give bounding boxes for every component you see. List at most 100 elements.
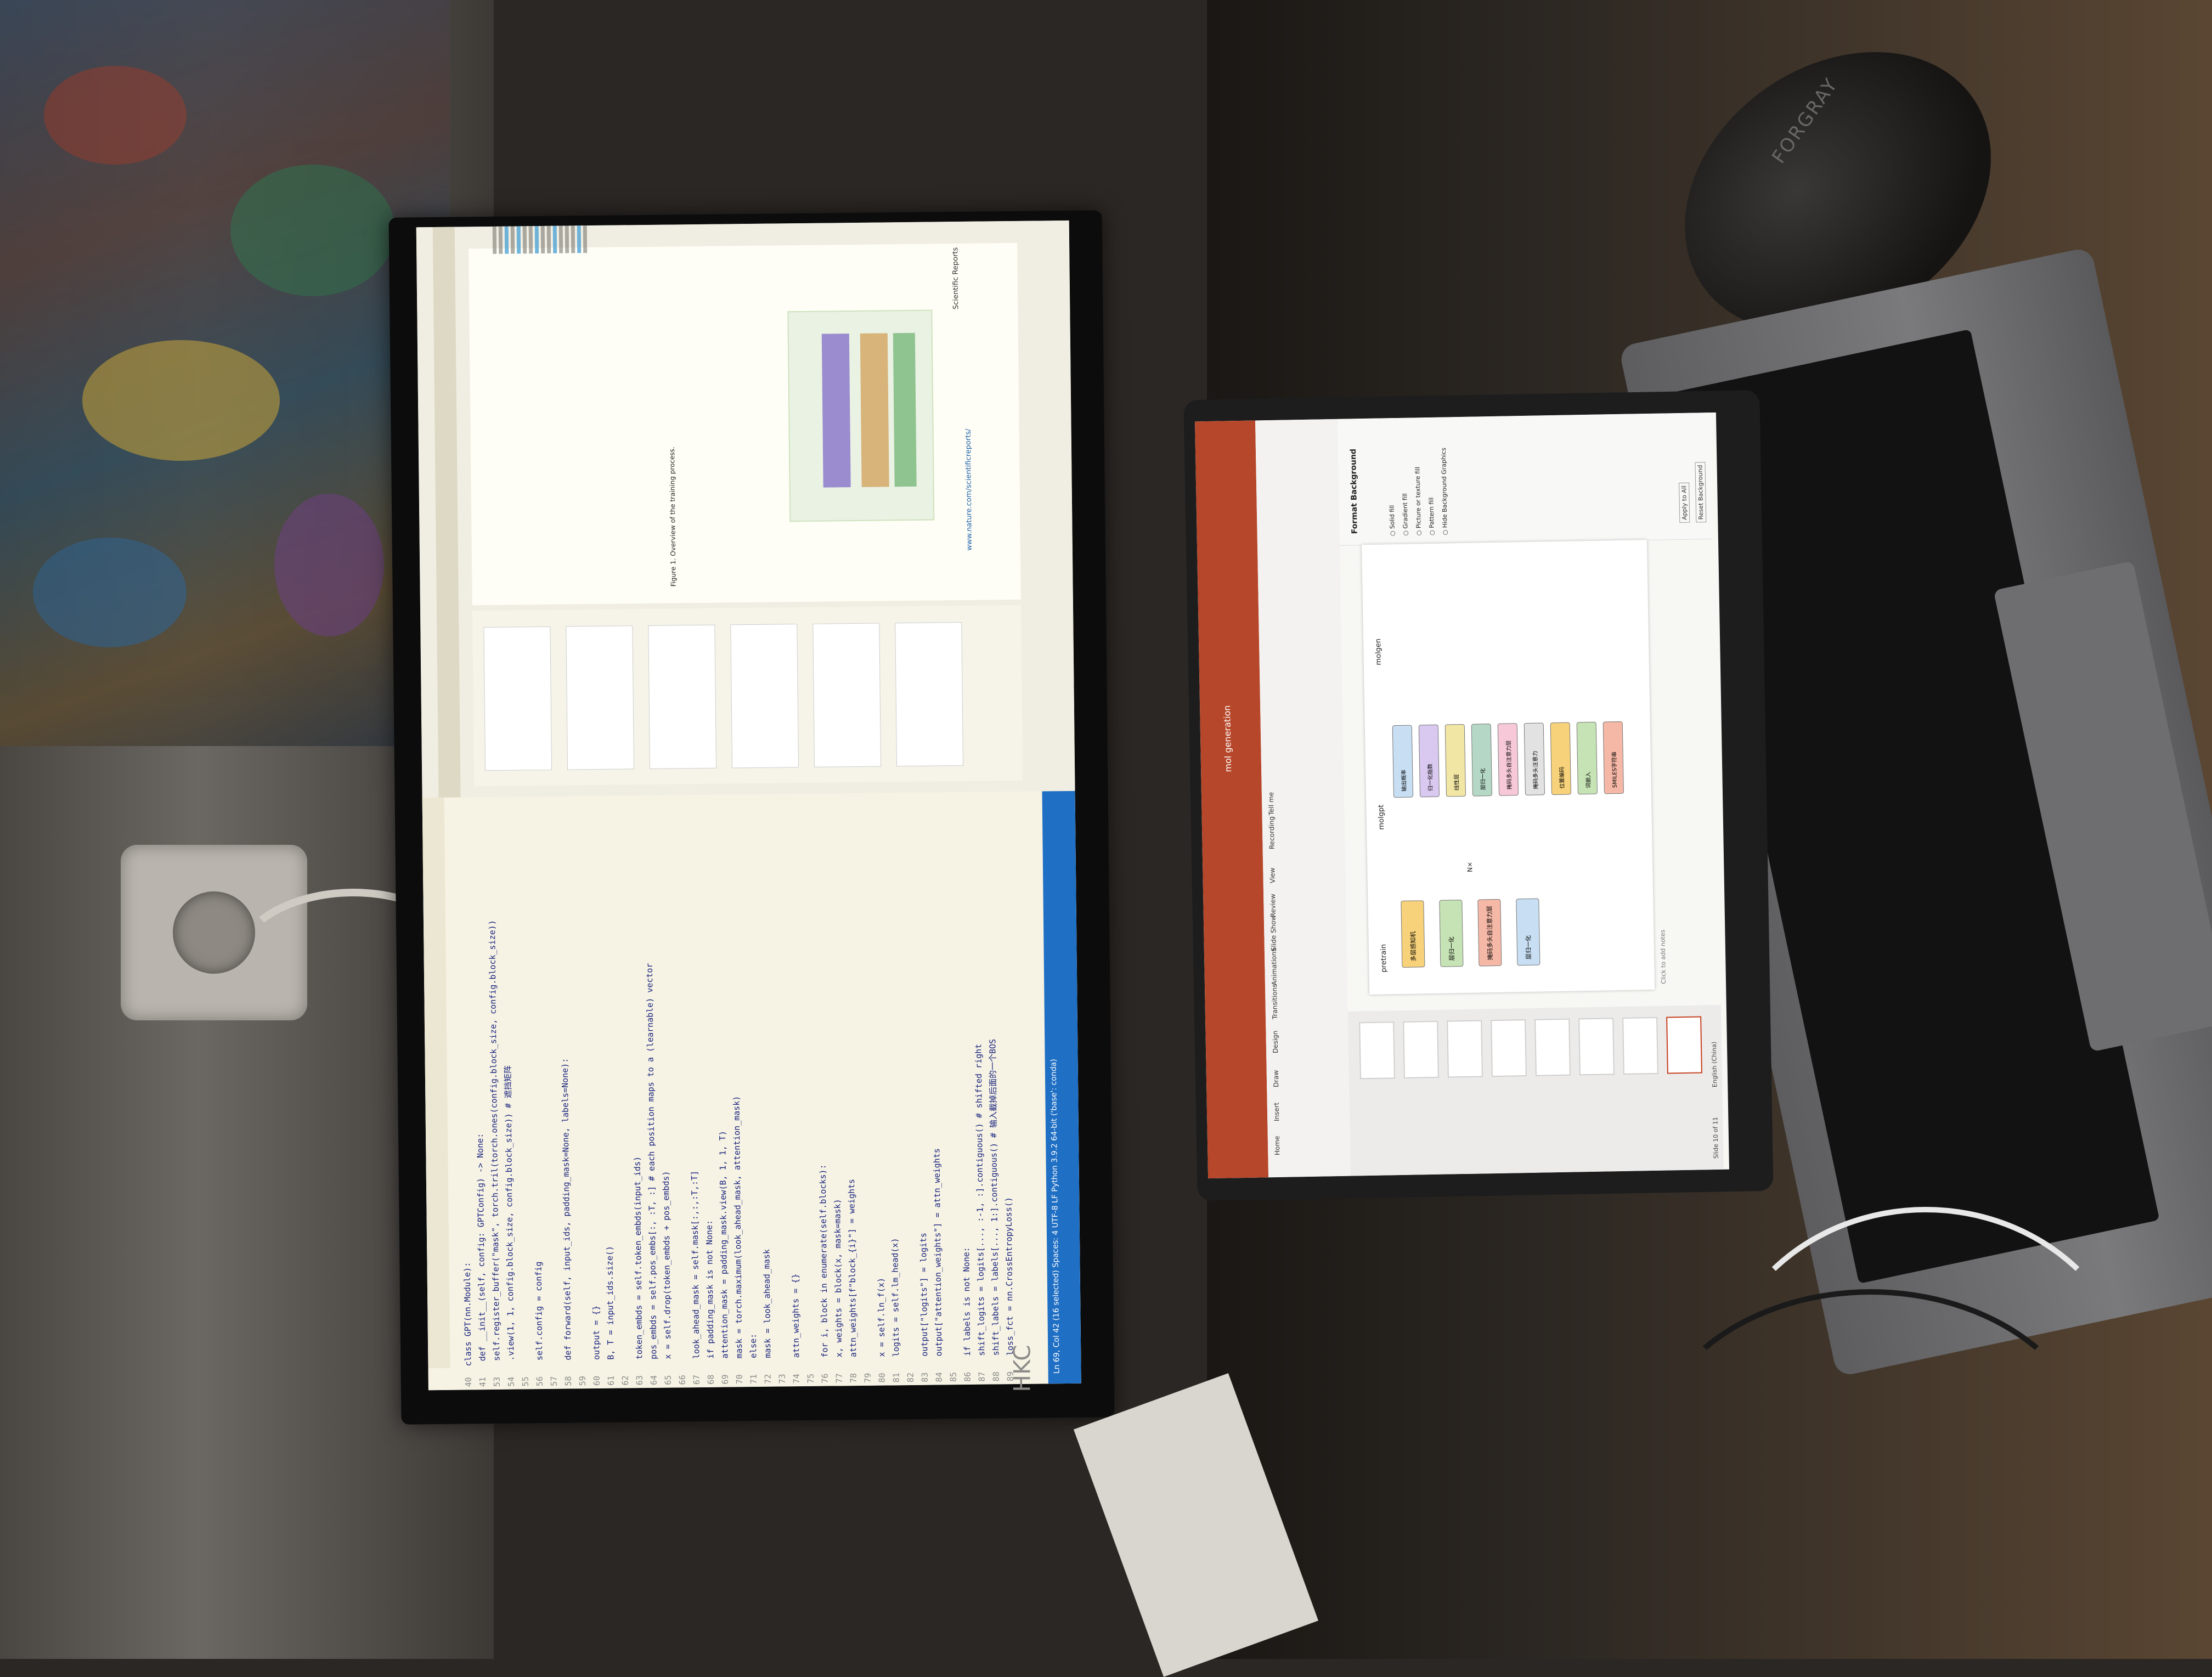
ribbon-tab[interactable]: View (1268, 867, 1276, 883)
diagram-block[interactable]: 线性层 (1445, 724, 1466, 797)
laptop-screen: mol generation Home Insert Draw Design Trans… (1195, 413, 1729, 1178)
fill-option[interactable]: ○ Pattern fill (1428, 498, 1436, 535)
diagram-block[interactable]: 归一化指数 (1419, 725, 1440, 798)
diagram-block-label: 线性层 (1452, 774, 1460, 790)
pdf-journal: Scientific Reports (951, 247, 960, 309)
line-number: 55 (518, 1365, 532, 1386)
slide-title-right: molgen (1374, 639, 1383, 665)
nx-label: N× (1466, 862, 1474, 872)
code-text: token_embds = self.token_embds(input_ids… (632, 1156, 644, 1364)
diagram-block[interactable]: 位置编码 (1550, 722, 1571, 795)
ribbon-tab[interactable]: Animations (1270, 948, 1278, 985)
line-number: 40 (461, 1366, 475, 1387)
ribbon-tab[interactable]: Tell me (1267, 792, 1276, 815)
diagram-block-label: 掩码多头自注意力层 (1504, 740, 1513, 789)
diagram-block-label: 多层感知机 (1408, 931, 1418, 961)
code-text: def forward(self, input_ids, padding_mas… (560, 1058, 573, 1365)
diagram-block-label: 掩码多头注意力 (1531, 751, 1539, 789)
diagram-block[interactable]: 层归一化 (1471, 724, 1492, 797)
fill-option[interactable]: ○ Hide Background Graphics (1440, 448, 1449, 535)
pdf-annotation-sidebar[interactable] (472, 605, 1023, 786)
diagram-block[interactable]: 层归一化 (1439, 900, 1463, 967)
pane-title: Format Background (1349, 449, 1359, 534)
line-number: 81 (889, 1362, 903, 1382)
world-map-poster (0, 0, 450, 746)
code-text: shift_logits = logits[..., :-1, :].conti… (973, 1044, 986, 1361)
line-number: 58 (561, 1365, 575, 1386)
line-number: 72 (760, 1363, 775, 1384)
line-number: 60 (589, 1365, 603, 1386)
code-text: loss_fct = nn.CrossEntropyLoss() (1003, 1197, 1015, 1360)
pdf-tab-strip[interactable] (433, 227, 461, 798)
ribbon-tab[interactable]: Insert (1273, 1102, 1281, 1121)
diagram-block[interactable]: 多层感知机 (1401, 900, 1425, 968)
slide-thumbnails[interactable]: Slide 10 of 11 English (China) (1348, 1005, 1724, 1176)
code-text: attn_weights[f"block_{i}"] = weights (847, 1179, 858, 1362)
line-number: 86 (960, 1361, 974, 1382)
pdf-viewer: Scientific Reports www.nature.com/scient… (416, 221, 1075, 798)
status-bar-text: Ln 69, Col 42 (16 selected) Spaces: 4 UT… (1047, 792, 1062, 1378)
diagram-block[interactable]: 层归一化 (1516, 899, 1540, 966)
ribbon-tab[interactable]: Home (1273, 1136, 1282, 1155)
code-text: else: (748, 1334, 759, 1363)
line-number: 79 (860, 1362, 874, 1383)
ribbon-tab[interactable]: Review (1269, 894, 1277, 917)
pdf-url[interactable]: www.nature.com/scientificreports/ (964, 428, 974, 551)
fill-option[interactable]: ○ Picture or texture fill (1414, 467, 1423, 536)
code-editor[interactable]: 40class GPT(nn.Module):41 def __init__(s… (422, 791, 1081, 1390)
diagram-block-label: 归一化指数 (1425, 764, 1434, 791)
code-text: if padding_mask is not None: (704, 1220, 716, 1364)
line-number: 87 (974, 1361, 989, 1382)
ribbon-tab[interactable]: Slide Show (1269, 915, 1278, 951)
line-number: 54 (504, 1366, 518, 1387)
line-number: 59 (575, 1365, 589, 1386)
code-text: if labels is not None: (961, 1247, 972, 1361)
fill-option[interactable]: ○ Solid fill (1389, 505, 1396, 537)
diagram-block-label: 输出概率 (1399, 770, 1408, 792)
diagram-block[interactable]: 掩码多头注意力 (1524, 722, 1545, 795)
diagram-block-label: 层归一化 (1478, 768, 1487, 790)
format-background-pane[interactable]: Format Background ○ Solid fill ○ Gradient… (1338, 413, 1713, 546)
line-number: 88 (989, 1360, 1003, 1381)
editor-tab-bar[interactable] (422, 798, 450, 1368)
notes-placeholder[interactable]: Click to add notes (1659, 930, 1667, 984)
ribbon-tab[interactable]: Design (1271, 1030, 1279, 1053)
diagram-block-label: SMILES字符串 (1610, 752, 1618, 788)
diagram-block[interactable]: 掩码多头自注意力层 (1477, 899, 1502, 967)
line-number: 71 (746, 1363, 760, 1384)
diagram-block[interactable]: SMILES字符串 (1603, 721, 1624, 794)
line-number: 57 (546, 1365, 561, 1386)
reset-background-button[interactable]: Reset Background (1695, 462, 1706, 522)
diagram-block-label: 词嵌入 (1583, 772, 1592, 788)
code-text: output["logits"] = logits (918, 1233, 929, 1362)
line-number: 63 (632, 1364, 646, 1385)
slide-title-mid: molgpt (1377, 805, 1386, 830)
ribbon[interactable]: Home Insert Draw Design TransitionsAnimation… (1255, 419, 1351, 1177)
line-number: 64 (646, 1364, 661, 1385)
code-text: .view(1, 1, config.block_size, config.bl… (503, 1065, 516, 1366)
pdf-figure-caption: Figure 1. Overview of the training proce… (668, 447, 678, 586)
monitor-brand-logo: HKC (1009, 1345, 1036, 1392)
diagram-block[interactable]: 词嵌入 (1577, 722, 1598, 795)
code-text: x = self.ln_f(x) (876, 1278, 887, 1362)
apply-to-all-button[interactable]: Apply to All (1679, 483, 1690, 523)
diagram-block-label: 位置编码 (1557, 767, 1566, 789)
ribbon-tab[interactable]: Recording (1268, 816, 1276, 849)
ribbon-tab[interactable]: Draw (1272, 1070, 1280, 1088)
line-number: 61 (603, 1365, 618, 1386)
line-number: 76 (817, 1363, 832, 1384)
status-bar: Ln 69, Col 42 (16 selected) Spaces: 4 UT… (1042, 791, 1081, 1384)
line-number: 73 (775, 1363, 789, 1384)
line-number: 70 (732, 1363, 746, 1384)
slide-status: Slide 10 of 11 (1712, 1117, 1719, 1159)
fill-option[interactable]: ○ Gradient fill (1401, 493, 1409, 536)
line-number: 53 (489, 1366, 504, 1387)
code-text: class GPT(nn.Module): (462, 1262, 473, 1367)
slide-canvas[interactable]: pretrain molgpt molgen N× 多层感知机层归一化掩码多头自… (1362, 540, 1655, 995)
ribbon-tab[interactable]: Transitions (1271, 984, 1279, 1020)
diagram-block[interactable]: 输出概率 (1392, 725, 1413, 798)
file-name: mol generation (1222, 705, 1233, 772)
line-number: 68 (703, 1364, 718, 1385)
diagram-block[interactable]: 掩码多头自注意力层 (1498, 723, 1519, 796)
code-area[interactable]: 40class GPT(nn.Module):41 def __init__(s… (455, 822, 1018, 1387)
